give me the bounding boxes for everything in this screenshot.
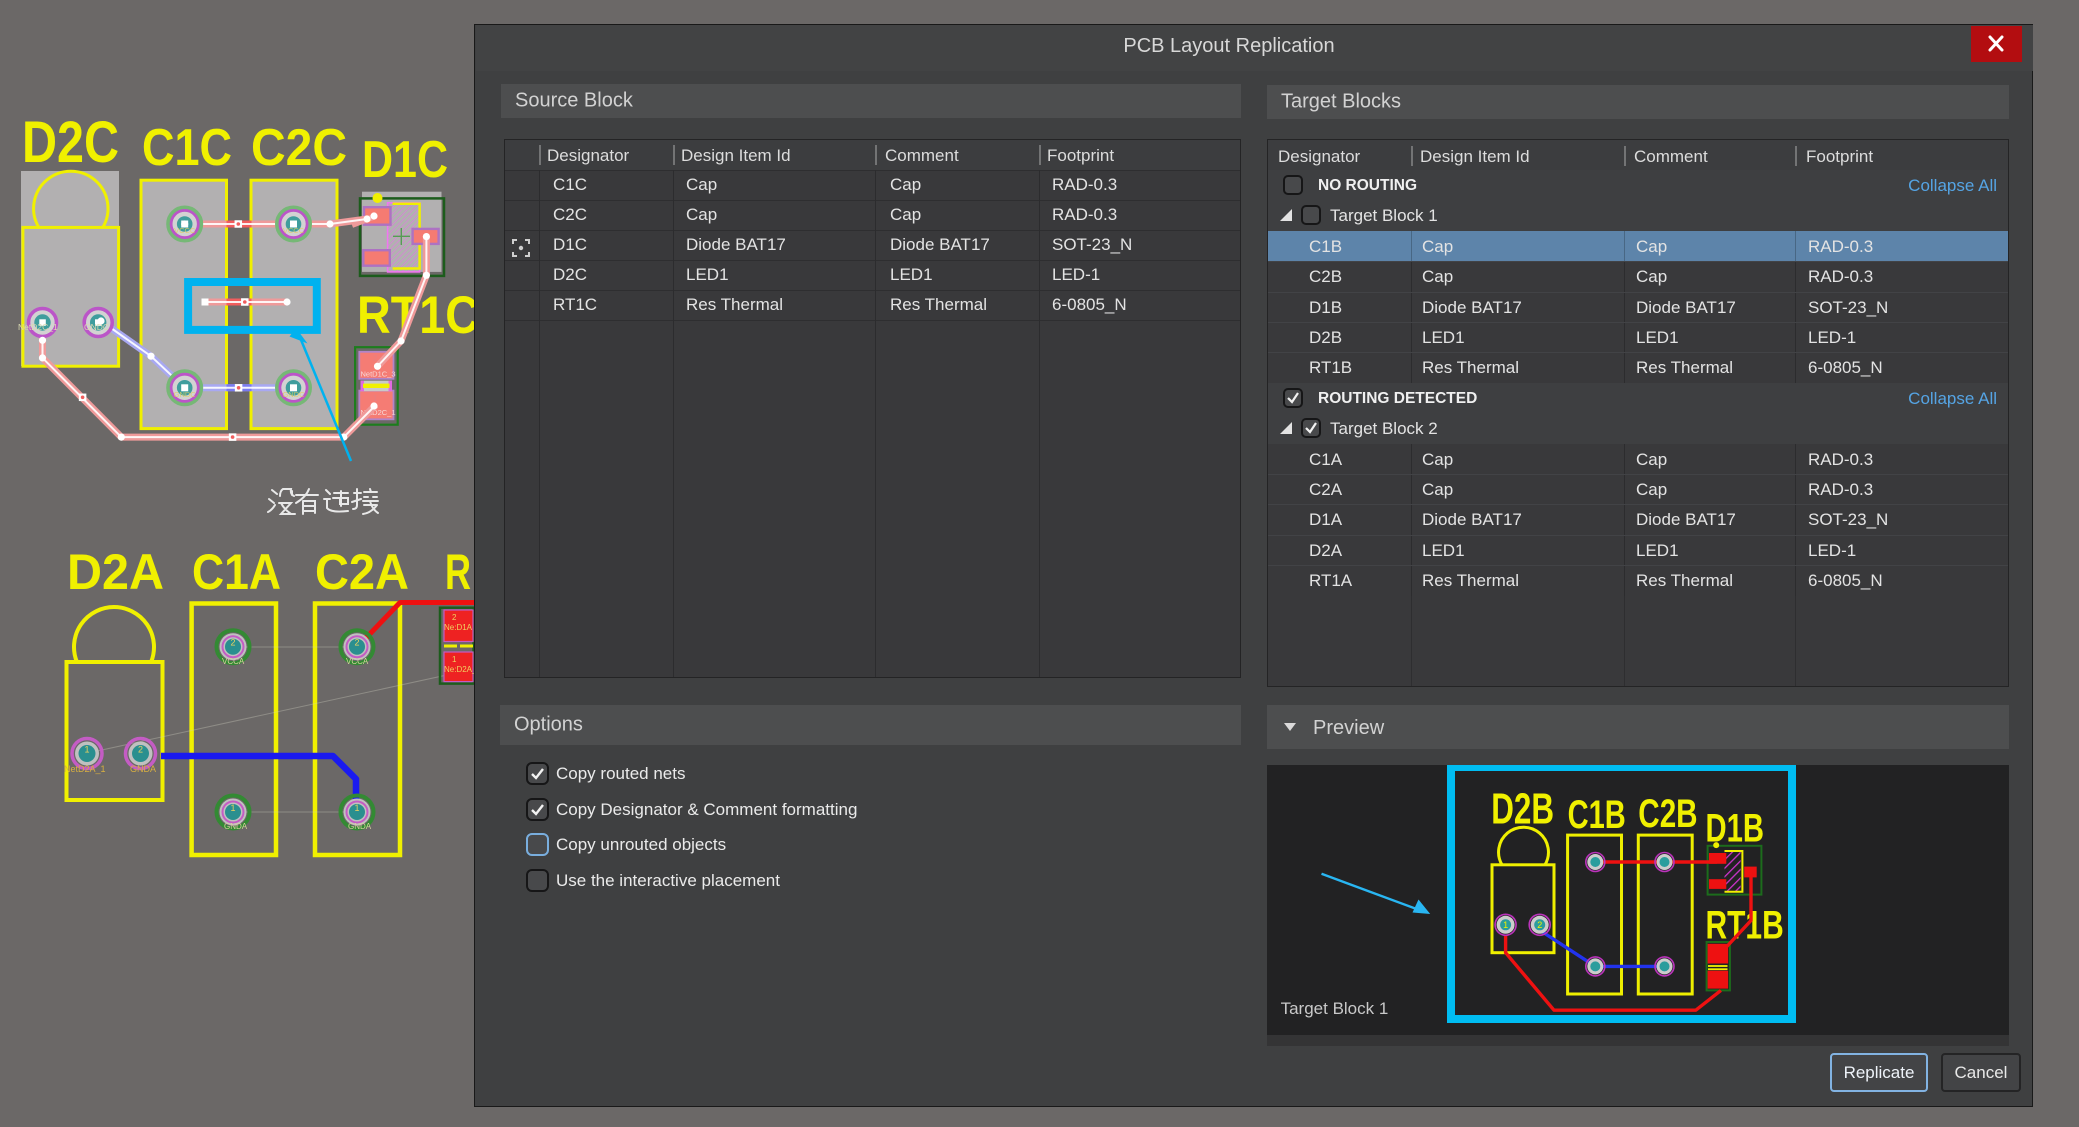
svg-text:D2C: D2C [22,110,119,175]
svg-text:2: 2 [138,745,143,755]
svg-text:2: 2 [1537,920,1542,930]
svg-text:Target Block 1: Target Block 1 [1281,999,1389,1018]
svg-text:GNDC: GNDC [84,322,109,332]
svg-text:NetD2C_1: NetD2C_1 [18,322,58,332]
svg-text:R: R [445,544,471,600]
svg-text:Ne:D2A_: Ne:D2A_ [444,665,477,674]
svg-text:C2C: C2C [251,119,347,177]
svg-text:C1A: C1A [192,544,281,600]
svg-text:D2A: D2A [67,544,164,600]
svg-text:Ne:D1A: Ne:D1A [444,623,473,632]
svg-text:NetD1C_3: NetD1C_3 [361,370,396,379]
svg-text:1: 1 [373,394,378,403]
svg-text:2: 2 [230,638,235,648]
svg-text:C1B: C1B [1568,793,1626,837]
svg-text:2: 2 [354,638,359,648]
svg-text:GNDA: GNDA [224,822,248,831]
svg-text:C1C: C1C [142,119,232,177]
svg-text:1: 1 [84,745,89,755]
svg-text:GNDA: GNDA [348,822,372,831]
svg-text:C2A: C2A [315,544,409,600]
svg-text:NetD2A_1: NetD2A_1 [64,764,106,774]
svg-text:2: 2 [452,613,457,622]
svg-text:VCCA: VCCA [222,657,245,666]
svg-text:1: 1 [354,803,359,813]
svg-text:VCCA: VCCA [346,657,369,666]
svg-text:1: 1 [1503,920,1508,930]
svg-text:1: 1 [230,803,235,813]
svg-text:GNDA: GNDA [130,764,156,774]
svg-text:D1C: D1C [362,131,448,189]
svg-text:C2B: C2B [1638,792,1697,836]
svg-text:1: 1 [452,655,457,664]
